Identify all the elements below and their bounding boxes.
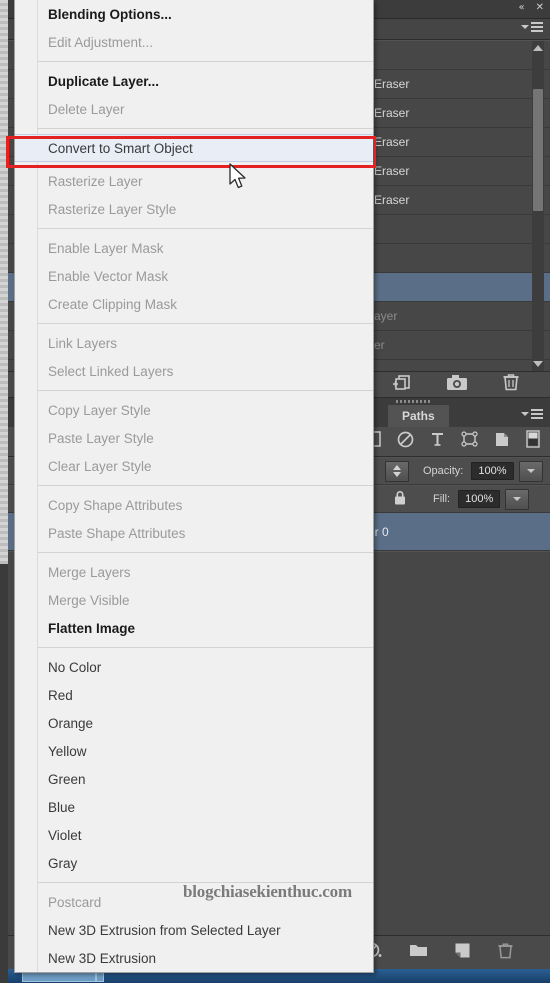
fill-input[interactable]: 100% <box>458 490 501 508</box>
close-icon[interactable]: ✕ <box>536 1 544 15</box>
menu-item-yellow[interactable]: Yellow <box>15 737 373 765</box>
fill-label: Fill: <box>433 493 451 505</box>
menu-item-orange[interactable]: Orange <box>15 709 373 737</box>
tab-paths[interactable]: Paths <box>388 405 449 427</box>
menu-item-new-3d-extrusion-from-selected-layer[interactable]: New 3D Extrusion from Selected Layer <box>15 916 373 944</box>
menu-separator <box>37 390 373 391</box>
menu-item-delete-layer: Delete Layer <box>48 101 125 117</box>
menu-item-rasterize-layer: Rasterize Layer <box>48 173 143 189</box>
menu-item-no-color[interactable]: No Color <box>15 653 373 681</box>
chevron-down-icon <box>521 412 529 416</box>
menu-item-blending-options[interactable]: Blending Options... <box>15 0 373 28</box>
menu-item-duplicate-layer[interactable]: Duplicate Layer... <box>15 67 373 95</box>
menu-item-select-linked-layers: Select Linked Layers <box>48 363 174 379</box>
menu-item-new-3d-extrusion[interactable]: New 3D Extrusion <box>15 944 373 972</box>
hamburger-icon <box>531 22 543 32</box>
type-icon[interactable] <box>430 431 445 452</box>
menu-item-paste-layer-style: Paste Layer Style <box>48 430 154 446</box>
delete-layer-icon[interactable] <box>497 942 514 964</box>
collapse-panels-icon[interactable]: « <box>518 1 524 15</box>
gradient-swatch-icon[interactable] <box>526 430 540 453</box>
menu-separator <box>37 323 373 324</box>
chevron-down-icon <box>513 497 522 501</box>
scroll-up-icon[interactable] <box>533 45 543 51</box>
menu-item-red[interactable]: Red <box>15 681 373 709</box>
menu-item-copy-shape-attributes: Copy Shape Attributes <box>48 497 183 513</box>
menu-item-create-clipping-mask: Create Clipping Mask <box>48 296 178 312</box>
menu-item-copy-layer-style: Copy Layer Style <box>48 402 151 418</box>
menu-separator <box>37 228 373 229</box>
menu-item-green[interactable]: Green <box>15 765 373 793</box>
adjustment-icon[interactable] <box>397 431 414 453</box>
menu-item-clear-layer-style: Clear Layer Style <box>48 458 152 474</box>
menu-item-merge-layers: Merge Layers <box>48 564 131 580</box>
menu-item-paste-shape-attributes: Paste Shape Attributes <box>48 525 186 541</box>
new-preset-icon[interactable] <box>392 374 412 396</box>
menu-separator <box>37 128 373 129</box>
duplicate-icon[interactable] <box>494 431 510 453</box>
opacity-label: Opacity: <box>423 465 464 477</box>
menu-item-merge-visible: Merge Visible <box>48 592 130 608</box>
menu-item-convert-to-smart-object[interactable]: Convert to Smart Object <box>15 134 373 162</box>
menu-separator <box>37 61 373 62</box>
panel-flyout-menu-button[interactable] <box>521 22 543 32</box>
menu-item-edit-adjustment: Edit Adjustment... <box>48 34 154 50</box>
trash-icon[interactable] <box>502 373 520 396</box>
menu-item-violet[interactable]: Violet <box>15 821 373 849</box>
layer-context-menu[interactable]: Blending Options... Edit Adjustment... D… <box>14 0 374 973</box>
scroll-down-icon[interactable] <box>533 361 543 367</box>
mouse-cursor-icon <box>229 163 249 196</box>
paths-flyout-menu-button[interactable] <box>521 409 543 419</box>
menu-item-blue[interactable]: Blue <box>15 793 373 821</box>
grip-dots-icon <box>396 400 430 403</box>
opacity-dropdown-button[interactable] <box>518 460 543 482</box>
menu-item-enable-layer-mask: Enable Layer Mask <box>48 240 164 256</box>
left-ruler-gutter <box>0 0 8 564</box>
fill-dropdown-button[interactable] <box>505 488 530 510</box>
scrollbar-thumb[interactable] <box>533 89 543 211</box>
new-layer-icon[interactable] <box>454 942 471 964</box>
menu-separator <box>37 485 373 486</box>
menu-separator <box>37 552 373 553</box>
menu-item-link-layers: Link Layers <box>48 335 118 351</box>
watermark-text: blogchiasekienthuc.com <box>183 882 352 901</box>
menu-item-rasterize-layer-style: Rasterize Layer Style <box>48 201 177 217</box>
menu-item-gray[interactable]: Gray <box>15 849 373 877</box>
transform-icon[interactable] <box>461 431 478 452</box>
preset-list-scrollbar[interactable] <box>532 41 544 371</box>
new-group-icon[interactable] <box>409 942 428 963</box>
chevron-down-icon <box>521 25 529 29</box>
lock-icon[interactable] <box>393 490 407 509</box>
hamburger-icon <box>531 409 543 419</box>
chevron-down-icon <box>526 469 535 473</box>
opacity-input[interactable]: 100% <box>471 462 514 480</box>
menu-item-enable-vector-mask: Enable Vector Mask <box>48 268 169 284</box>
blend-mode-stepper[interactable] <box>385 460 409 482</box>
menu-separator <box>37 647 373 648</box>
menu-item-flatten-image[interactable]: Flatten Image <box>15 614 373 642</box>
camera-icon[interactable] <box>446 374 468 396</box>
